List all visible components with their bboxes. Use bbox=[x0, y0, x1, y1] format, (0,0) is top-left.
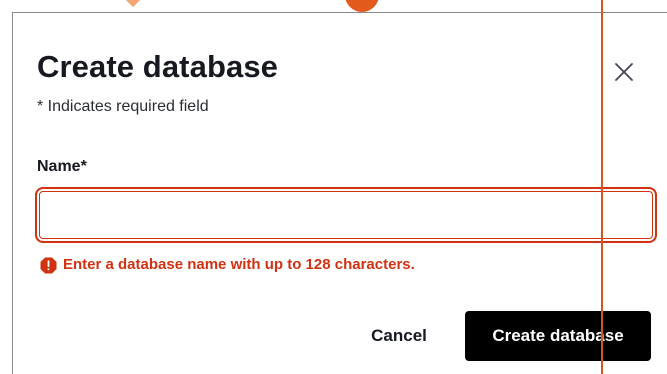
modal-title: Create database bbox=[37, 49, 279, 84]
cancel-button[interactable]: Cancel bbox=[349, 312, 449, 360]
page-backdrop bbox=[0, 0, 667, 12]
create-database-button[interactable]: Create database bbox=[465, 311, 651, 361]
required-field-note: * Indicates required field bbox=[37, 98, 209, 115]
close-icon bbox=[612, 60, 636, 84]
error-octagon-icon bbox=[40, 257, 57, 274]
database-name-input[interactable] bbox=[35, 187, 657, 243]
error-text: Enter a database name with up to 128 cha… bbox=[63, 256, 415, 273]
create-database-modal: Create database * Indicates required fie… bbox=[12, 12, 667, 374]
name-field-label: Name* bbox=[37, 158, 87, 175]
close-button[interactable] bbox=[612, 60, 636, 84]
name-error-message: Enter a database name with up to 128 cha… bbox=[40, 255, 415, 275]
